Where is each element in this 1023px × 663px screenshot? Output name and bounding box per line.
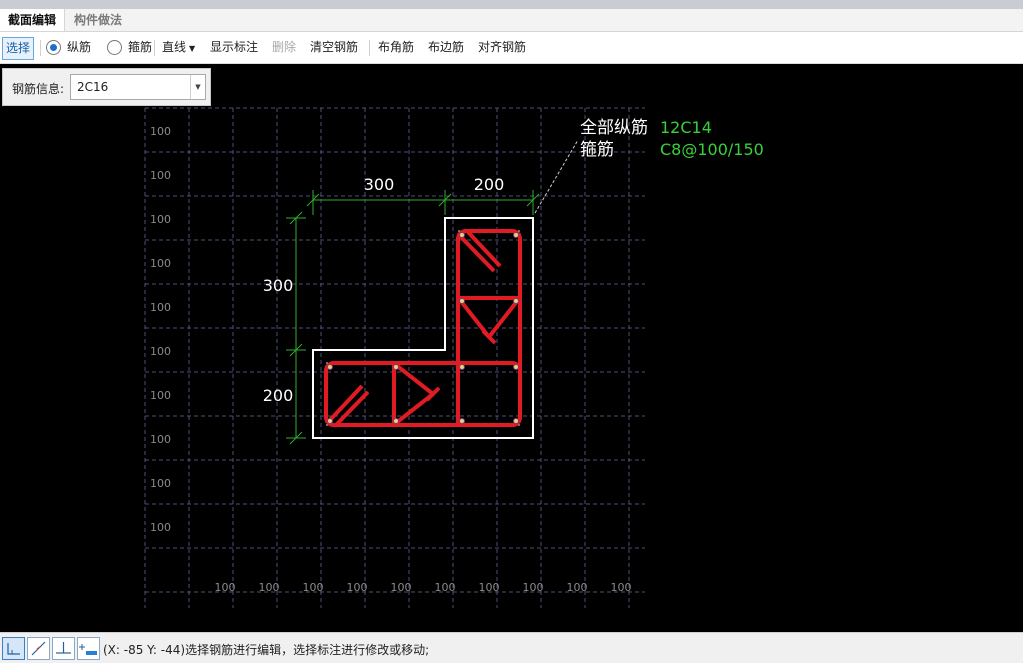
grid-label-horizontal: 100 bbox=[479, 581, 500, 594]
grid-label-horizontal: 100 bbox=[611, 581, 632, 594]
clear-rebar-button[interactable]: 清空钢筋 bbox=[310, 37, 358, 58]
select-button[interactable]: 选择 bbox=[2, 37, 34, 60]
dimension-left-bottom[interactable]: 200 bbox=[263, 386, 294, 405]
radio-longitudinal-label[interactable]: 纵筋 bbox=[67, 37, 91, 58]
grid-label-vertical: 100 bbox=[150, 433, 171, 446]
rebar-info-value: 2C16 bbox=[77, 80, 109, 94]
grid-label-vertical: 100 bbox=[150, 521, 171, 534]
status-text: 选择钢筋进行编辑，选择标注进行修改或移动; bbox=[185, 643, 430, 657]
section-drawing[interactable]: 100 100 100 100 100 100 100 100 100 100 100 100 100 1… bbox=[0, 64, 1023, 632]
status-message: (X: -85 Y: -44)选择钢筋进行编辑，选择标注进行修改或移动; bbox=[103, 641, 429, 658]
grid-label-horizontal: 100 bbox=[567, 581, 588, 594]
radio-longitudinal[interactable] bbox=[46, 40, 61, 55]
align-rebar-button[interactable]: 对齐钢筋 bbox=[478, 37, 526, 58]
drawing-canvas[interactable]: 100 100 100 100 100 100 100 100 100 100 100 100 100 1… bbox=[0, 64, 1023, 632]
line-snap-icon[interactable] bbox=[27, 637, 50, 660]
toolbar-separator bbox=[369, 40, 370, 56]
window-top-strip bbox=[0, 0, 1023, 9]
annotation-stirrup-value[interactable]: C8@100/150 bbox=[660, 140, 764, 159]
longitudinal-bar[interactable] bbox=[393, 364, 399, 370]
toolbar-separator bbox=[40, 40, 41, 56]
status-bar: (X: -85 Y: -44)选择钢筋进行编辑，选择标注进行修改或移动; bbox=[0, 632, 1023, 663]
dimension-lines bbox=[286, 190, 540, 445]
delete-button[interactable]: 删除 bbox=[272, 37, 296, 58]
longitudinal-bar[interactable] bbox=[327, 418, 333, 424]
grid-label-horizontal: 100 bbox=[215, 581, 236, 594]
longitudinal-bar[interactable] bbox=[513, 232, 519, 238]
grid-label-vertical: 100 bbox=[150, 125, 171, 138]
grid-label-horizontal: 100 bbox=[391, 581, 412, 594]
longitudinal-bar[interactable] bbox=[459, 418, 465, 424]
radio-stirrup-label[interactable]: 箍筋 bbox=[128, 37, 152, 58]
longitudinal-bar[interactable] bbox=[459, 232, 465, 238]
grid-label-horizontal: 100 bbox=[259, 581, 280, 594]
grid-label-horizontal: 100 bbox=[435, 581, 456, 594]
annotation-longitudinal-value[interactable]: 12C14 bbox=[660, 118, 712, 137]
grid-label-horizontal: 100 bbox=[347, 581, 368, 594]
toolbar-separator bbox=[154, 40, 155, 56]
rebar-info-label: 钢筋信息: bbox=[12, 82, 65, 96]
rebar-info-dropdown[interactable]: 2C16 ▼ bbox=[70, 74, 206, 100]
longitudinal-bar[interactable] bbox=[459, 298, 465, 304]
longitudinal-bar[interactable] bbox=[327, 364, 333, 370]
rebar-info-panel: 钢筋信息: 2C16 ▼ bbox=[2, 68, 211, 106]
annotation-longitudinal-label[interactable]: 全部纵筋 bbox=[580, 118, 648, 138]
chevron-down-icon: ▼ bbox=[189, 44, 196, 53]
grid-label-vertical: 100 bbox=[150, 213, 171, 226]
chevron-down-icon[interactable]: ▼ bbox=[190, 75, 205, 99]
toolbar: 选择 纵筋 箍筋 直线 ▼ 显示标注 删除 清空钢筋 布角筋 布边筋 对齐钢筋 bbox=[0, 32, 1023, 64]
perpendicular-icon[interactable] bbox=[52, 637, 75, 660]
tab-section-edit[interactable]: 截面编辑 bbox=[0, 9, 66, 31]
longitudinal-bar[interactable] bbox=[513, 298, 519, 304]
grid-lines bbox=[144, 107, 645, 608]
grid-label-vertical: 100 bbox=[150, 345, 171, 358]
tab-component-method[interactable]: 构件做法 bbox=[66, 9, 130, 31]
dimension-top-right[interactable]: 200 bbox=[474, 175, 505, 194]
longitudinal-bar[interactable] bbox=[459, 364, 465, 370]
corner-rebar-button[interactable]: 布角筋 bbox=[378, 37, 414, 58]
longitudinal-bar[interactable] bbox=[393, 418, 399, 424]
grid-label-horizontal: 100 bbox=[303, 581, 324, 594]
grid-label-vertical: 100 bbox=[150, 389, 171, 402]
line-mode-dropdown[interactable]: 直线 ▼ bbox=[162, 37, 195, 58]
grid-label-vertical: 100 bbox=[150, 257, 171, 270]
status-coordinates: (X: -85 Y: -44) bbox=[103, 643, 186, 657]
dimension-icon[interactable] bbox=[77, 637, 100, 660]
radio-stirrup[interactable] bbox=[107, 40, 122, 55]
dimension-top-left[interactable]: 300 bbox=[364, 175, 395, 194]
longitudinal-bar[interactable] bbox=[513, 418, 519, 424]
grid-label-horizontal: 100 bbox=[523, 581, 544, 594]
line-mode-label: 直线 bbox=[162, 40, 187, 54]
tab-bar: 截面编辑 构件做法 bbox=[0, 9, 1023, 32]
edge-rebar-button[interactable]: 布边筋 bbox=[428, 37, 464, 58]
annotation-stirrup-label[interactable]: 箍筋 bbox=[580, 140, 614, 160]
show-annotation-button[interactable]: 显示标注 bbox=[210, 37, 258, 58]
grid-label-vertical: 100 bbox=[150, 477, 171, 490]
grid-label-vertical: 100 bbox=[150, 169, 171, 182]
grid-labels: 100 100 100 100 100 100 100 100 100 100 100 100 100 1… bbox=[150, 125, 632, 594]
grid-label-vertical: 100 bbox=[150, 301, 171, 314]
ortho-icon[interactable] bbox=[2, 637, 25, 660]
dimension-left-top[interactable]: 300 bbox=[263, 276, 294, 295]
longitudinal-bar[interactable] bbox=[513, 364, 519, 370]
